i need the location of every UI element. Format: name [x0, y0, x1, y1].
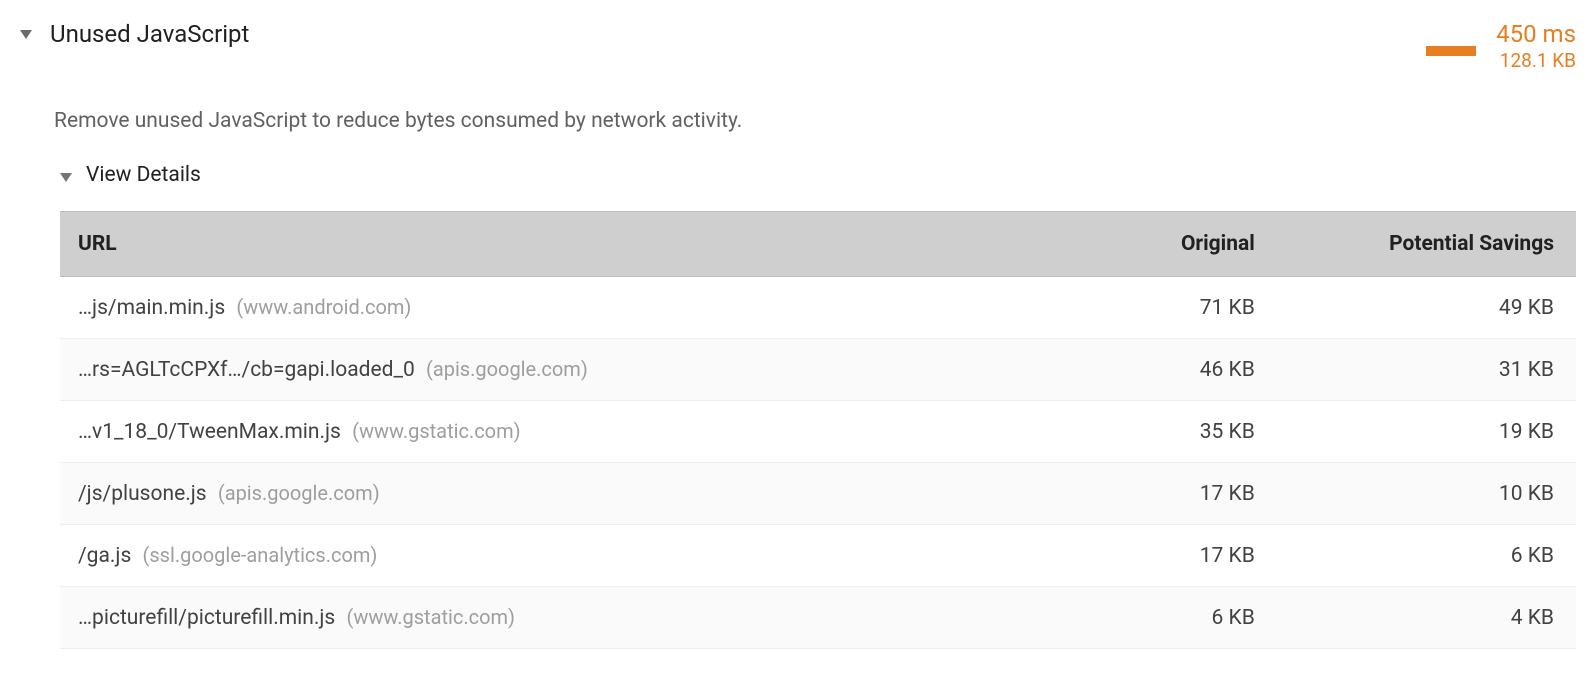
url-host: (ssl.google-analytics.com) — [143, 543, 378, 567]
table-header-row: URL Original Potential Savings — [60, 212, 1576, 277]
url-host: (www.gstatic.com) — [346, 605, 515, 629]
url-host: (www.gstatic.com) — [352, 419, 521, 443]
audit-header: Unused JavaScript 450 ms 128.1 KB — [10, 20, 1586, 73]
table-row: /js/plusone.js (apis.google.com)17 KB10 … — [60, 463, 1576, 525]
url-path: /js/plusone.js — [78, 482, 207, 506]
cell-url[interactable]: …js/main.min.js (www.android.com) — [60, 277, 1000, 339]
chevron-down-icon — [60, 173, 72, 182]
url-path: …rs=AGLTcCPXf…/cb=gapi.loaded_0 — [78, 358, 415, 382]
metrics-values: 450 ms 128.1 KB — [1496, 20, 1576, 73]
url-host: (www.android.com) — [236, 295, 411, 319]
metric-time: 450 ms — [1496, 20, 1576, 49]
cell-url[interactable]: …rs=AGLTcCPXf…/cb=gapi.loaded_0 (apis.go… — [60, 339, 1000, 401]
cell-savings: 19 KB — [1273, 401, 1576, 463]
cell-original: 35 KB — [1000, 401, 1273, 463]
cell-original: 71 KB — [1000, 277, 1273, 339]
cell-original: 17 KB — [1000, 525, 1273, 587]
cell-original: 46 KB — [1000, 339, 1273, 401]
metric-bar — [1426, 46, 1476, 56]
url-host: (apis.google.com) — [426, 357, 588, 381]
table-row: …picturefill/picturefill.min.js (www.gst… — [60, 587, 1576, 649]
cell-savings: 6 KB — [1273, 525, 1576, 587]
audit-metrics: 450 ms 128.1 KB — [1426, 20, 1576, 73]
url-path: …v1_18_0/TweenMax.min.js — [78, 420, 341, 444]
url-host: (apis.google.com) — [218, 481, 380, 505]
url-path: …picturefill/picturefill.min.js — [78, 606, 335, 630]
view-details-toggle[interactable]: View Details — [10, 163, 1586, 187]
table-row: …rs=AGLTcCPXf…/cb=gapi.loaded_0 (apis.go… — [60, 339, 1576, 401]
cell-url[interactable]: …v1_18_0/TweenMax.min.js (www.gstatic.co… — [60, 401, 1000, 463]
audit-title: Unused JavaScript — [50, 20, 1426, 48]
table-row: /ga.js (ssl.google-analytics.com)17 KB6 … — [60, 525, 1576, 587]
details-table: URL Original Potential Savings …js/main.… — [60, 211, 1576, 649]
cell-original: 17 KB — [1000, 463, 1273, 525]
column-header-url[interactable]: URL — [60, 212, 1000, 277]
column-header-savings[interactable]: Potential Savings — [1273, 212, 1576, 277]
cell-savings: 31 KB — [1273, 339, 1576, 401]
cell-url[interactable]: /ga.js (ssl.google-analytics.com) — [60, 525, 1000, 587]
chevron-down-icon[interactable] — [20, 30, 32, 39]
view-details-label: View Details — [86, 163, 201, 187]
column-header-original[interactable]: Original — [1000, 212, 1273, 277]
cell-savings: 10 KB — [1273, 463, 1576, 525]
cell-savings: 49 KB — [1273, 277, 1576, 339]
audit-description: Remove unused JavaScript to reduce bytes… — [10, 109, 1586, 133]
cell-savings: 4 KB — [1273, 587, 1576, 649]
url-path: …js/main.min.js — [78, 296, 225, 320]
table-row: …v1_18_0/TweenMax.min.js (www.gstatic.co… — [60, 401, 1576, 463]
table-row: …js/main.min.js (www.android.com)71 KB49… — [60, 277, 1576, 339]
cell-url[interactable]: /js/plusone.js (apis.google.com) — [60, 463, 1000, 525]
cell-original: 6 KB — [1000, 587, 1273, 649]
details-table-container: URL Original Potential Savings …js/main.… — [10, 211, 1586, 649]
cell-url[interactable]: …picturefill/picturefill.min.js (www.gst… — [60, 587, 1000, 649]
metric-size: 128.1 KB — [1496, 49, 1576, 74]
url-path: /ga.js — [78, 544, 131, 568]
